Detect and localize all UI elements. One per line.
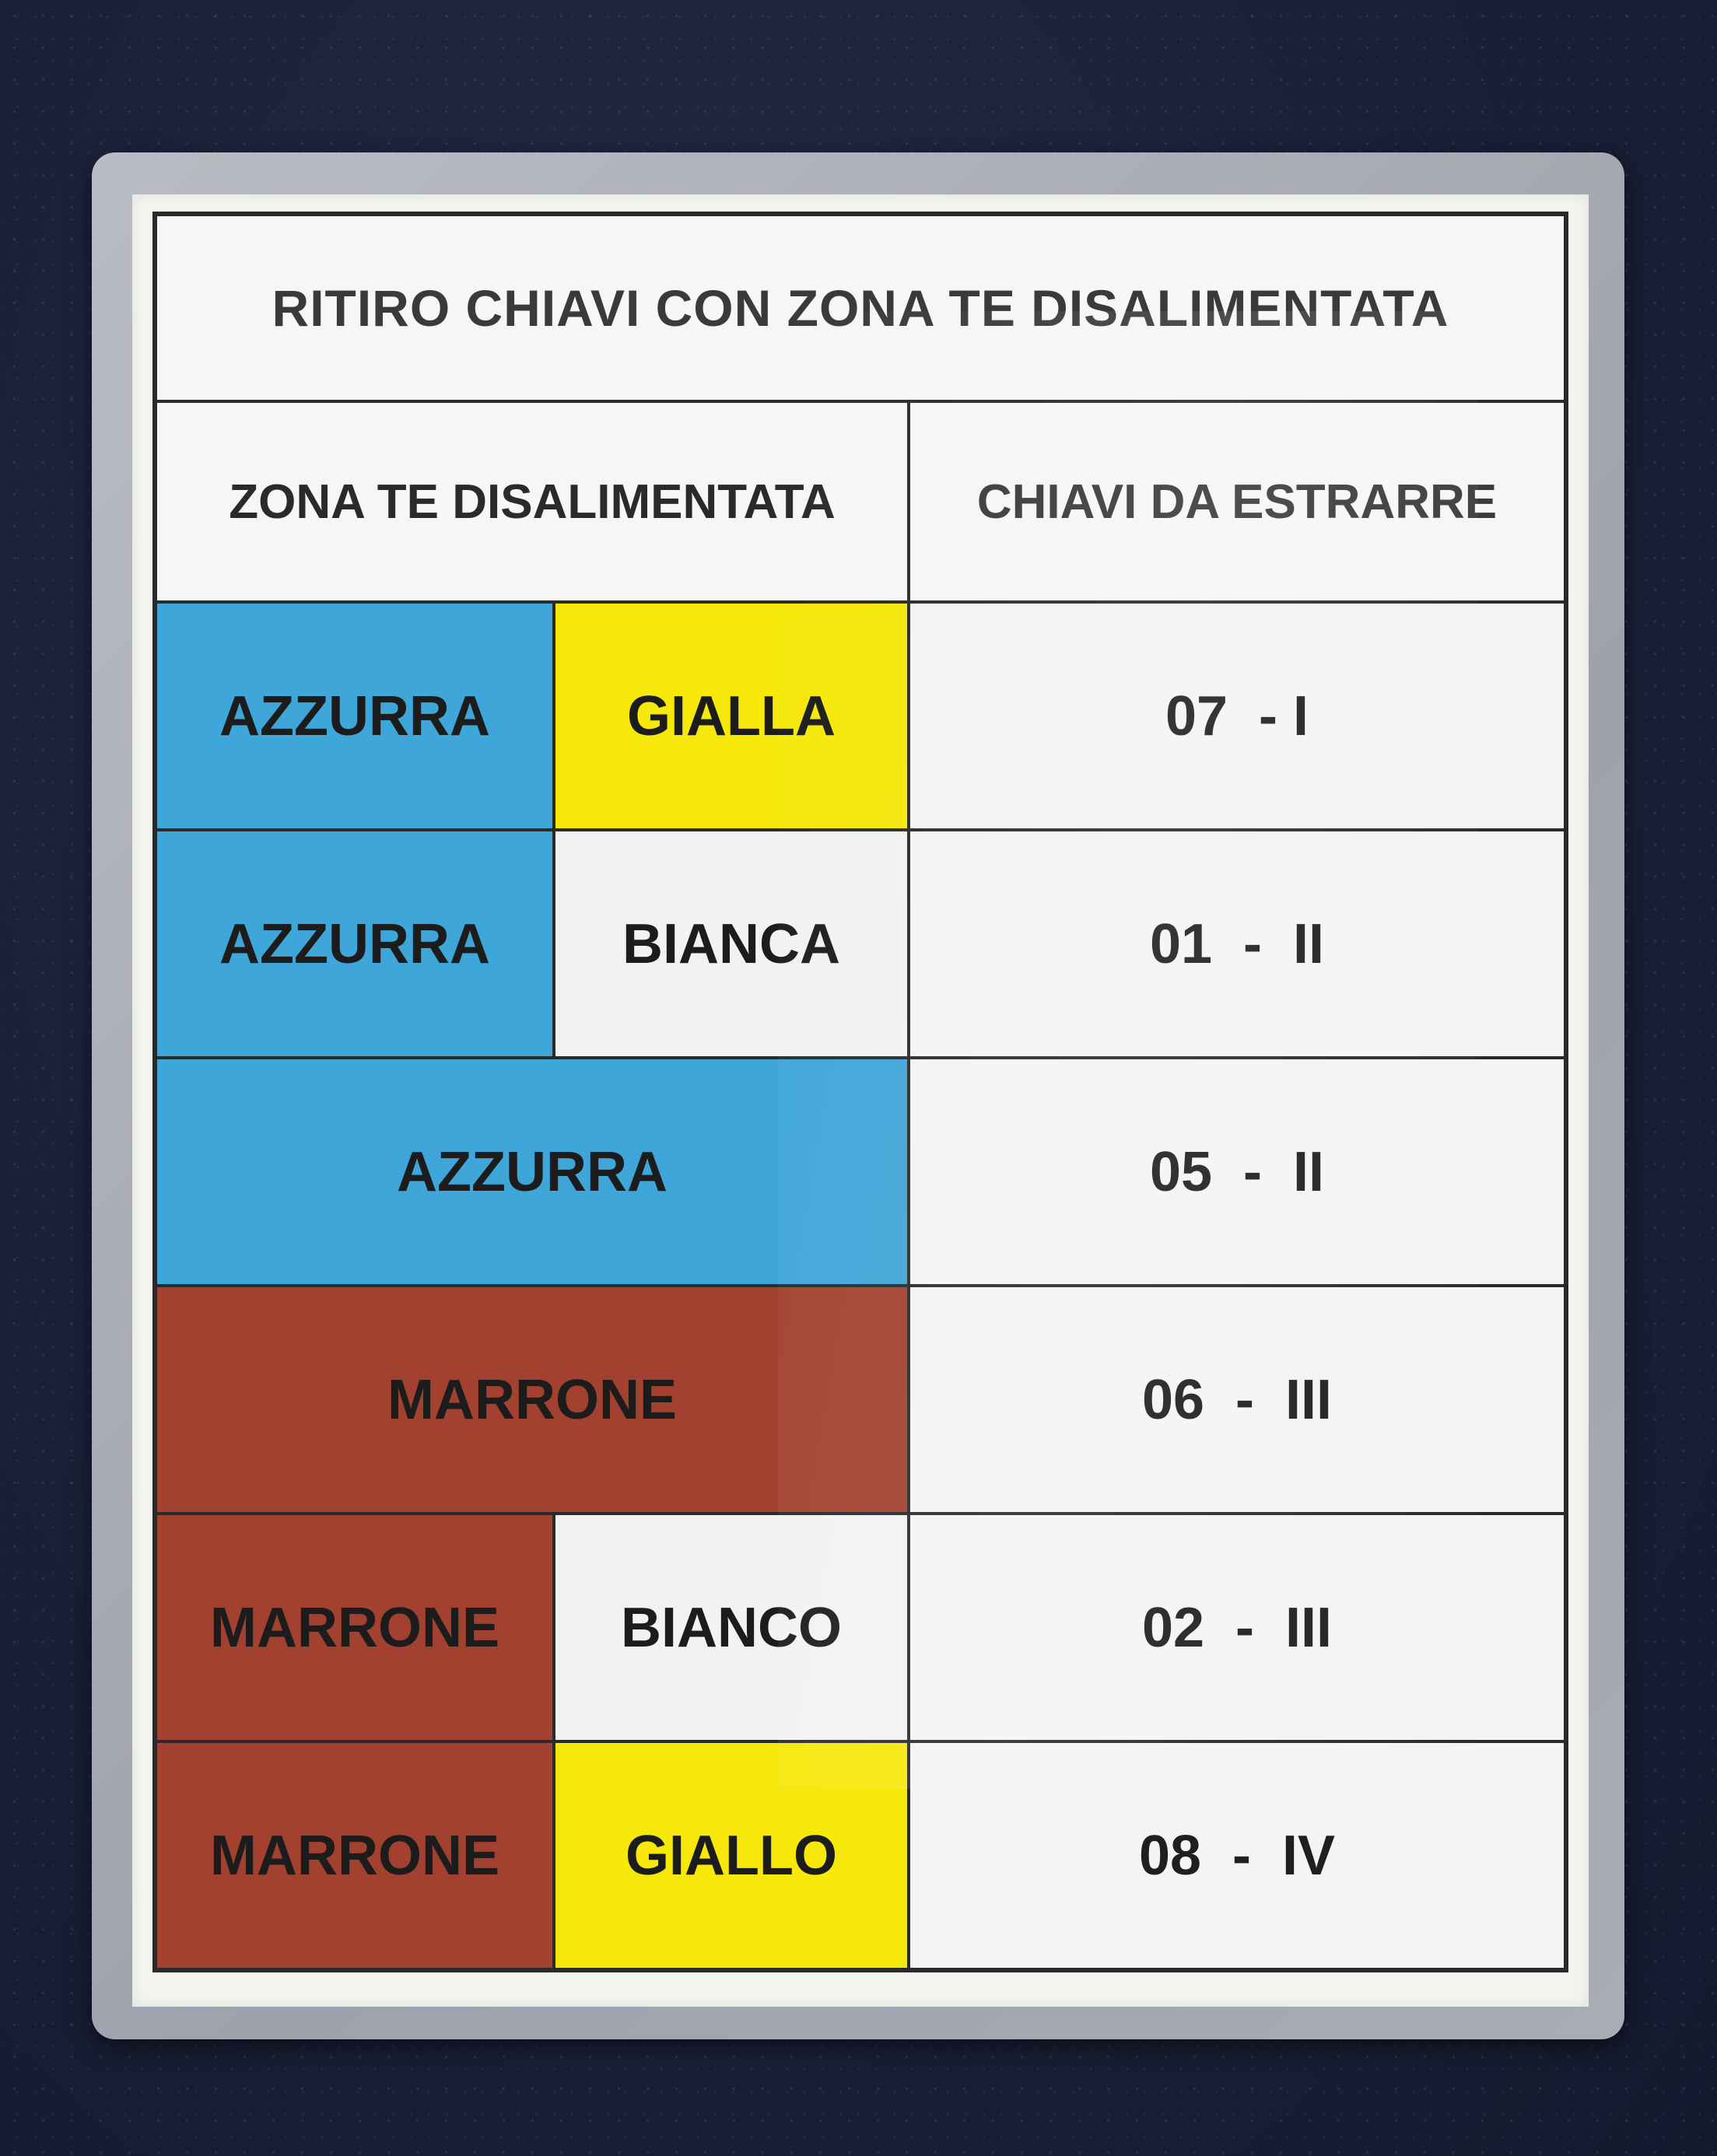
table-row: AZZURRA BIANCA 01 - II xyxy=(157,828,1564,1056)
keys-cell: 01 - II xyxy=(910,831,1564,1056)
keys-cell: 07 - I xyxy=(910,604,1564,828)
table-row: AZZURRA GIALLA 07 - I xyxy=(157,600,1564,828)
zone-azzurra: AZZURRA xyxy=(157,1059,907,1284)
header-row: ZONA TE DISALIMENTATA CHIAVI DA ESTRARRE xyxy=(157,403,1564,600)
header-keys: CHIAVI DA ESTRARRE xyxy=(976,474,1498,529)
keys-cell: 06 - III xyxy=(910,1287,1564,1512)
header-zone: ZONA TE DISALIMENTATA xyxy=(157,403,910,600)
zone-bianca: BIANCA xyxy=(555,831,907,1056)
zone-cell: MARRONE BIANCO xyxy=(157,1515,910,1740)
zone-giallo: GIALLO xyxy=(555,1743,907,1968)
title-row: RITIRO CHIAVI CON ZONA TE DISALIMENTATA xyxy=(157,216,1564,403)
zone-cell: MARRONE xyxy=(157,1287,910,1512)
table-row: MARRONE 06 - III xyxy=(157,1284,1564,1512)
zone-cell: AZZURRA BIANCA xyxy=(157,831,910,1056)
table-row: MARRONE BIANCO 02 - III xyxy=(157,1512,1564,1740)
table-title: RITIRO CHIAVI CON ZONA TE DISALIMENTATA xyxy=(272,279,1449,337)
zone-cell: MARRONE GIALLO xyxy=(157,1743,910,1968)
zone-gialla: GIALLA xyxy=(555,604,907,828)
zone-marrone: MARRONE xyxy=(157,1743,555,1968)
zone-azzurra: AZZURRA xyxy=(157,604,555,828)
table-body: AZZURRA GIALLA 07 - I AZZURRA BIANCA 01 … xyxy=(157,600,1564,1968)
zone-azzurra: AZZURRA xyxy=(157,831,555,1056)
zone-marrone: MARRONE xyxy=(157,1515,555,1740)
zone-cell: AZZURRA GIALLA xyxy=(157,604,910,828)
keys-cell: 05 - II xyxy=(910,1059,1564,1284)
zone-cell: AZZURRA xyxy=(157,1059,910,1284)
keys-cell: 02 - III xyxy=(910,1515,1564,1740)
table-row: AZZURRA 05 - II xyxy=(157,1056,1564,1284)
table-row: MARRONE GIALLO 08 - IV xyxy=(157,1740,1564,1968)
key-table: RITIRO CHIAVI CON ZONA TE DISALIMENTATA … xyxy=(152,212,1568,1972)
keys-cell: 08 - IV xyxy=(910,1743,1564,1968)
zone-marrone: MARRONE xyxy=(157,1287,907,1512)
zone-bianco: BIANCO xyxy=(555,1515,907,1740)
